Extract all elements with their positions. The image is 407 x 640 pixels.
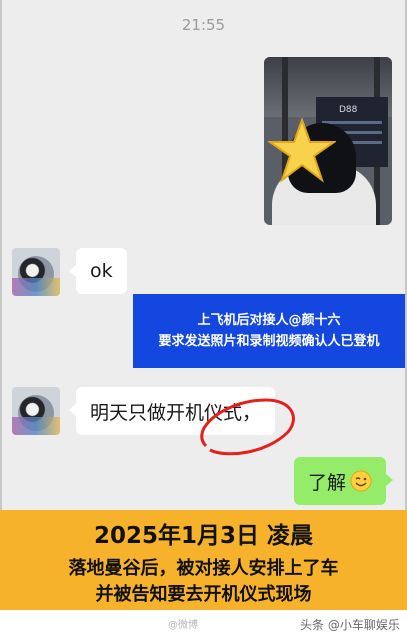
avatar-image-color bbox=[12, 417, 60, 435]
sent-photo[interactable]: D88 bbox=[264, 57, 392, 225]
photo-board-text: D88 bbox=[339, 105, 358, 115]
message-text: ok bbox=[90, 260, 113, 282]
red-circle-annotation bbox=[200, 398, 295, 456]
avatar[interactable] bbox=[12, 387, 60, 435]
orange-banner: 2025年1月3日 凌晨 落地曼谷后，被对接人安排上了车 并被告知要去开机仪式现… bbox=[0, 510, 407, 610]
chat-timestamp: 21:55 bbox=[181, 16, 226, 34]
avatar-image-color bbox=[12, 278, 60, 296]
banner-line-2: 并被告知要去开机仪式现场 bbox=[95, 584, 312, 605]
caption-line-1: 上飞机后对接人@颜十六 bbox=[197, 313, 341, 328]
smile-emoji-icon bbox=[350, 470, 372, 492]
caption-line-2: 要求发送照片和录制视频确认人已登机 bbox=[158, 334, 380, 349]
caption-box: 上飞机后对接人@颜十六 要求发送照片和录制视频确认人已登机 bbox=[133, 294, 405, 368]
avatar[interactable] bbox=[12, 248, 60, 296]
banner-title: 2025年1月3日 凌晨 bbox=[93, 523, 314, 549]
message-bubble-ok[interactable]: ok bbox=[69, 248, 127, 294]
banner-line-1: 落地曼谷后，被对接人安排上了车 bbox=[68, 558, 339, 579]
star-sticker-icon bbox=[268, 117, 336, 183]
message-text: 了解 bbox=[308, 471, 347, 494]
toutiao-watermark: 头条 @小车聊娱乐 bbox=[300, 618, 400, 632]
message-bubble-understood[interactable]: 了解 bbox=[294, 457, 394, 505]
weibo-watermark: @微博 bbox=[168, 620, 198, 631]
